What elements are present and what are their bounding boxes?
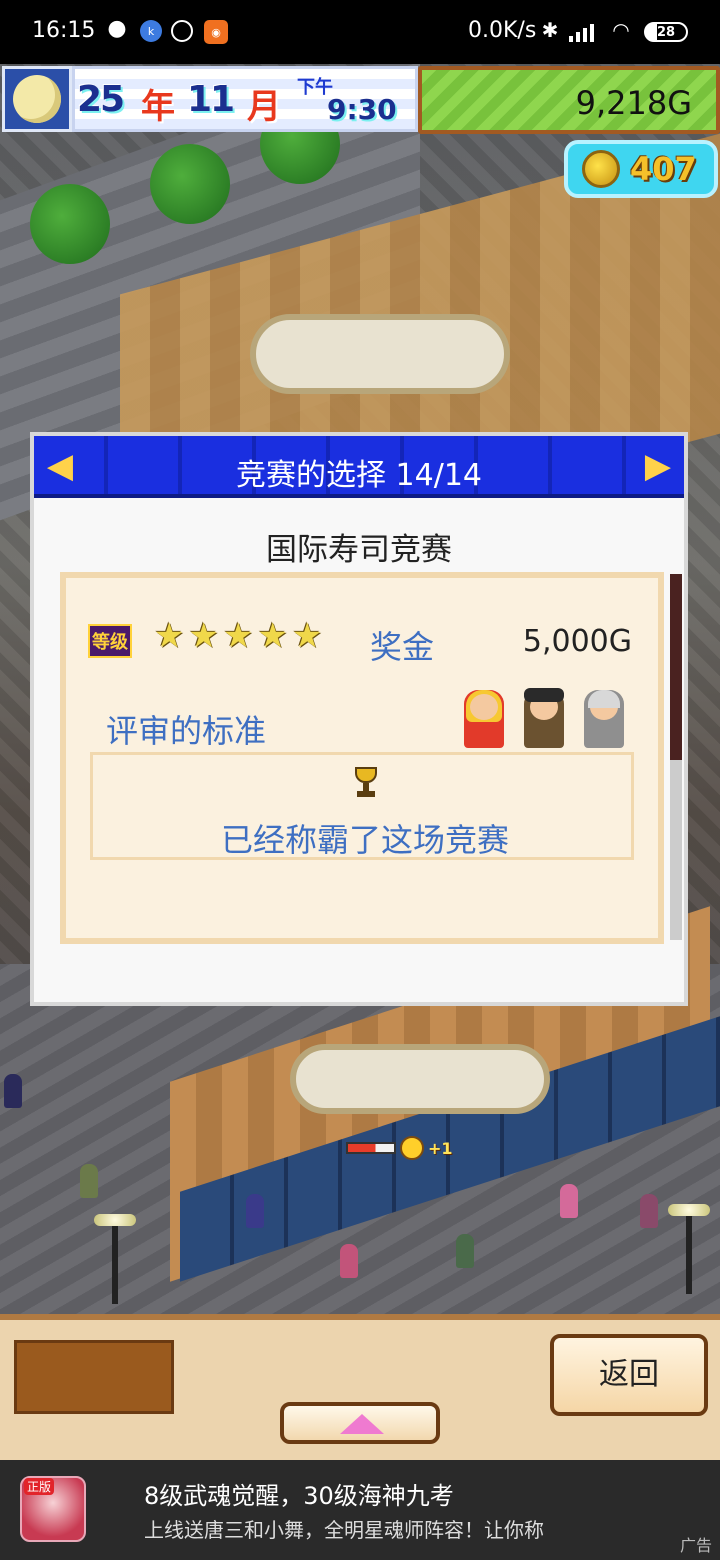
bluetooth-icon: ✱	[541, 18, 559, 42]
customer-mood-indicator: +1	[346, 1136, 460, 1160]
time-of-day-indicator	[2, 66, 72, 132]
coin-icon	[582, 150, 620, 188]
prize-label: 奖金	[370, 628, 435, 666]
tree	[30, 184, 110, 264]
money-display: 9,218G	[418, 66, 720, 134]
bottom-panel: 返回	[0, 1314, 720, 1460]
ad-app-icon[interactable]: 正版	[20, 1476, 86, 1542]
coin-display[interactable]: 407	[564, 140, 718, 198]
judge-avatar	[464, 690, 504, 748]
sushi-conveyor	[290, 1044, 550, 1114]
customer	[4, 1074, 22, 1108]
smiley-icon	[400, 1136, 424, 1160]
status-time: 16:15	[32, 18, 96, 43]
judge-avatar	[584, 690, 624, 748]
contest-result-box: 已经称霸了这场竞赛	[90, 752, 634, 860]
rank-stars: ★ ★ ★ ★ ★	[154, 616, 322, 656]
back-button[interactable]: 返回	[550, 1334, 708, 1416]
scrollbar-thumb[interactable]	[670, 574, 682, 760]
battery-icon: 28	[644, 22, 688, 42]
year-unit: 年	[141, 87, 175, 127]
customer	[340, 1244, 358, 1278]
contest-detail-card[interactable]: 等级 ★ ★ ★ ★ ★ 奖金 5,000G 评审的标准 已经称霸了这场竞赛	[60, 572, 664, 944]
star-icon: ★	[188, 616, 219, 656]
ad-icon-tag: 正版	[24, 1478, 55, 1495]
customer	[456, 1234, 474, 1268]
tree	[150, 144, 230, 224]
mood-bonus: +1	[428, 1138, 453, 1158]
next-contest-button[interactable]: ▶	[640, 446, 676, 486]
coin-value: 407	[630, 150, 697, 188]
street-lamp	[668, 1204, 710, 1294]
customer	[246, 1194, 264, 1228]
ad-subtitle: 上线送唐三和小舞，全明星魂师阵容！让你称	[144, 1518, 544, 1542]
customer	[560, 1184, 578, 1218]
contest-select-dialog: ◀ 竞赛的选择 14/14 ▶ 国际寿司竞赛 等级 ★ ★ ★ ★ ★ 奖金 5…	[30, 432, 688, 1006]
game-date: 25 年 11 月 下午 9:30	[72, 66, 418, 132]
info-slot	[14, 1340, 174, 1414]
money-value: 9,218G	[575, 84, 692, 122]
dialog-scrollbar[interactable]	[670, 574, 682, 940]
year-value: 25	[77, 79, 125, 120]
signal-icon	[569, 22, 599, 42]
month-unit: 月	[247, 87, 281, 127]
star-icon: ★	[154, 616, 185, 656]
ad-banner[interactable]: 正版 8级武魂觉醒，30级海神九考 上线送唐三和小舞，全明星魂师阵容！让你称 广…	[0, 1460, 720, 1560]
dialog-title: 竞赛的选择 14/14	[236, 458, 482, 493]
stopwatch-icon	[171, 20, 193, 42]
dialog-header: ◀ 竞赛的选择 14/14 ▶	[34, 436, 684, 498]
network-speed: 0.0K/s	[468, 18, 537, 43]
sushi-conveyor	[250, 314, 510, 394]
mood-bar	[346, 1142, 396, 1154]
clock-value: 9:30	[327, 93, 397, 126]
star-icon: ★	[291, 616, 323, 656]
street-lamp	[94, 1214, 136, 1304]
trophy-icon	[351, 767, 381, 799]
month-value: 11	[187, 79, 235, 120]
ad-label: 广告	[679, 1536, 712, 1555]
prize-value: 5,000G	[522, 624, 632, 659]
contest-result-text: 已经称霸了这场竞赛	[220, 821, 509, 859]
judges	[464, 688, 624, 748]
judge-avatar	[524, 688, 564, 748]
app-icon: ◉	[204, 20, 228, 44]
judging-criteria-label: 评审的标准	[106, 712, 267, 750]
status-bar: 16:15 ● k ◉ 0.0K/s ✱ ◠ 28	[0, 0, 720, 64]
star-icon: ★	[257, 616, 288, 656]
customer	[640, 1194, 658, 1228]
expand-menu-button[interactable]	[280, 1402, 440, 1444]
battery-level: 28	[656, 24, 676, 40]
contest-name: 国际寿司竞赛	[266, 532, 452, 568]
star-icon: ★	[222, 616, 254, 656]
ad-title: 8级武魂觉醒，30级海神九考	[144, 1482, 454, 1510]
rank-badge: 等级	[88, 624, 132, 658]
wifi-icon: ◠	[612, 18, 630, 42]
app-icon: k	[140, 20, 162, 42]
wechat-icon: ●	[107, 15, 127, 41]
customer	[80, 1164, 98, 1198]
moon-icon	[13, 75, 61, 123]
